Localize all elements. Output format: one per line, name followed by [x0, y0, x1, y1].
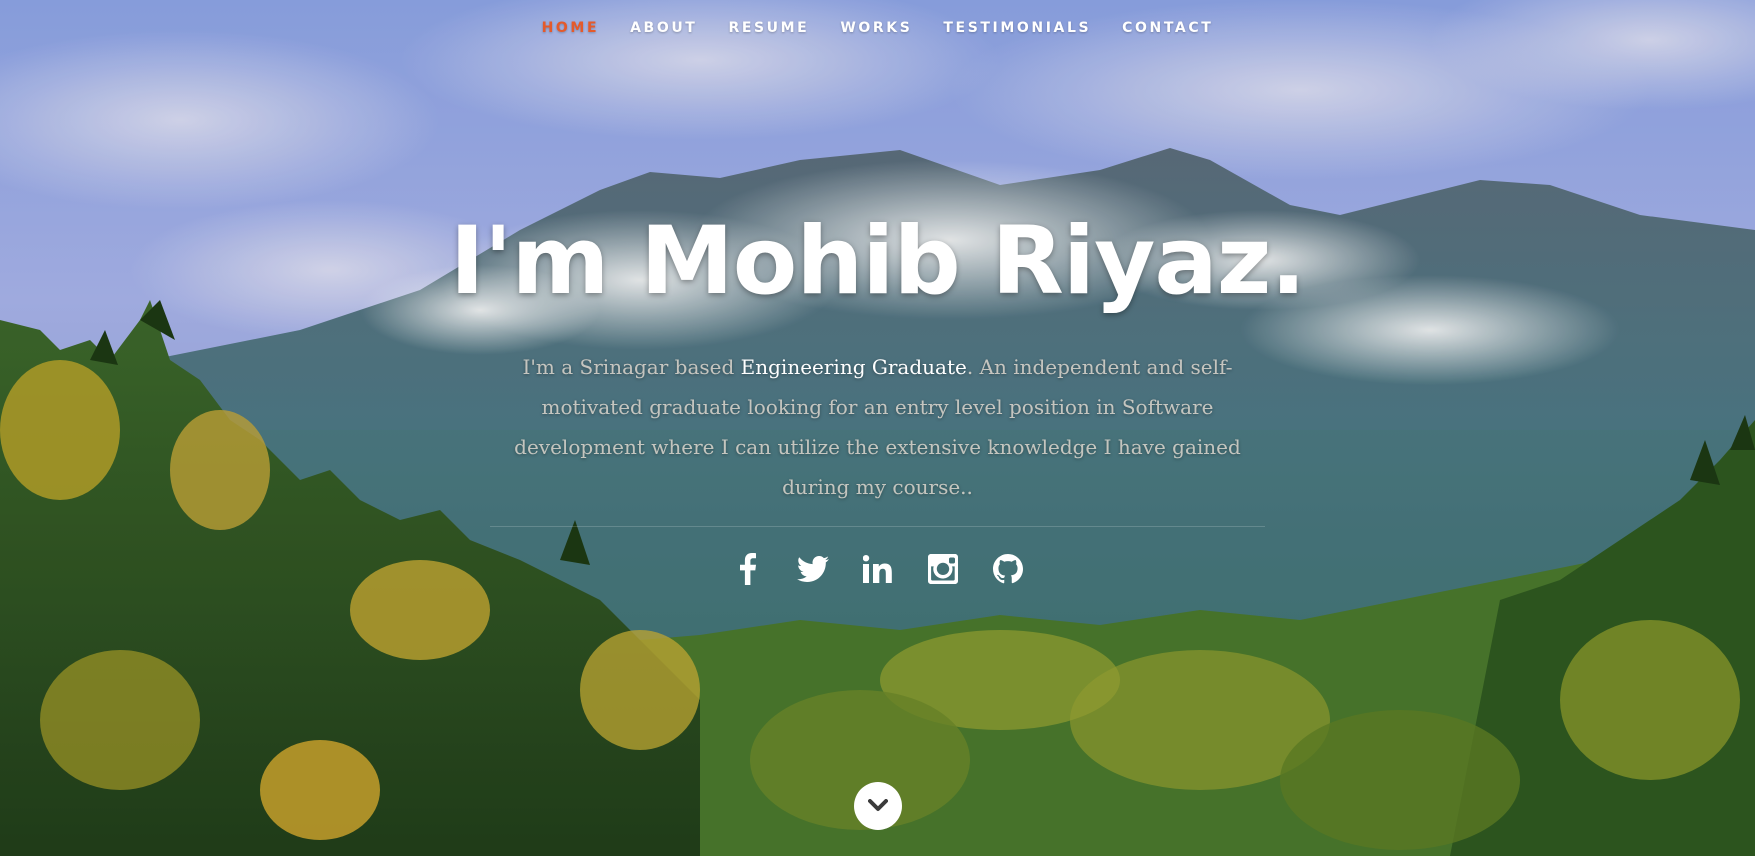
scroll-down-button[interactable] [854, 782, 902, 830]
hero-divider [490, 526, 1265, 527]
main-nav: HOME ABOUT RESUME WORKS TESTIMONIALS CON… [0, 0, 1755, 56]
hero-description: I'm a Srinagar based Engineering Graduat… [490, 347, 1265, 507]
hero-desc-before: I'm a Srinagar based [522, 355, 741, 379]
nav-about-link[interactable]: ABOUT [630, 20, 697, 36]
hero-title: I'm Mohib Riyaz. [449, 207, 1306, 316]
nav-works-link[interactable]: WORKS [840, 20, 912, 36]
hero-desc-highlight: Engineering Graduate [740, 355, 967, 379]
social-links [0, 552, 1755, 586]
chevron-down-icon [868, 799, 888, 811]
github-icon[interactable] [992, 552, 1024, 586]
twitter-icon[interactable] [796, 552, 829, 586]
facebook-icon[interactable] [732, 552, 764, 586]
nav-resume-link[interactable]: RESUME [728, 20, 809, 36]
nav-contact-link[interactable]: CONTACT [1122, 20, 1213, 36]
linkedin-icon[interactable] [862, 552, 894, 586]
instagram-icon[interactable] [927, 552, 959, 586]
nav-home-link[interactable]: HOME [542, 20, 600, 36]
nav-testimonials-link[interactable]: TESTIMONIALS [943, 20, 1091, 36]
